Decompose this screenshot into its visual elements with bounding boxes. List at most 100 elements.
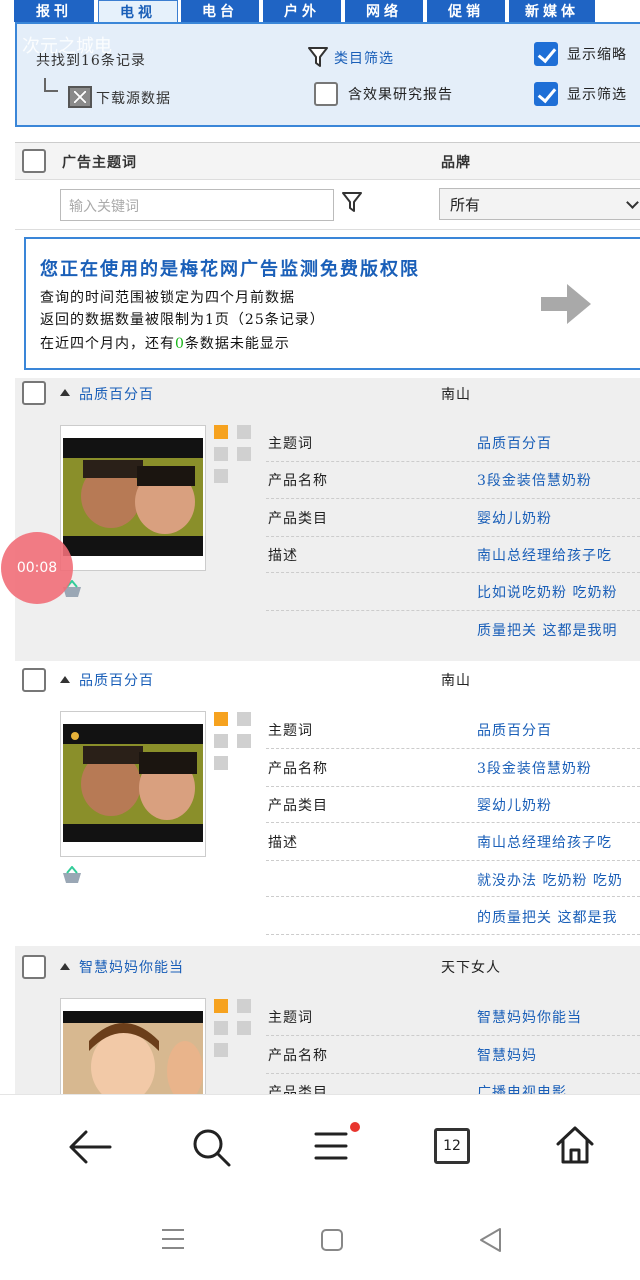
product-label: 产品名称 (268, 761, 328, 777)
row-checkbox[interactable] (22, 381, 46, 405)
desc-line: 南山总经理给孩子吃 (477, 835, 612, 851)
tree-connector (44, 78, 58, 92)
keyword-filter-icon[interactable] (342, 191, 362, 213)
notice-line-3-pre: 在近四个月内，还有 (40, 336, 175, 352)
category-label: 产品类目 (268, 798, 328, 814)
tab-promotion[interactable]: 促销 (427, 0, 505, 22)
home-icon[interactable] (554, 1124, 596, 1166)
collapse-triangle-icon[interactable] (60, 676, 70, 683)
desc-line: 质量把关 这都是我明 (477, 623, 618, 639)
show-filter-checkbox[interactable] (534, 82, 558, 106)
select-all-checkbox[interactable] (22, 149, 46, 173)
category-label: 产品类目 (268, 511, 328, 527)
color-swatch (214, 425, 228, 439)
desc-label: 描述 (268, 835, 298, 851)
color-swatch (214, 756, 228, 770)
divider (266, 610, 640, 611)
tab-internet[interactable]: 网络 (345, 0, 423, 22)
collapse-triangle-icon[interactable] (60, 389, 70, 396)
show-thumbnail-checkbox[interactable] (534, 42, 558, 66)
product-label: 产品名称 (268, 473, 328, 489)
color-swatch (237, 425, 251, 439)
color-swatch (214, 469, 228, 483)
theme-value[interactable]: 品质百分百 (477, 720, 552, 740)
thumbnail-image (63, 438, 203, 556)
divider (266, 1073, 640, 1074)
desc-label: 描述 (268, 548, 298, 564)
recording-timer-badge[interactable]: 00:08 (1, 532, 73, 604)
product-value[interactable]: 3段金装倍慧奶粉 (477, 470, 592, 490)
brand-value: 南山 (441, 387, 471, 403)
video-thumbnail[interactable] (60, 711, 206, 857)
funnel-icon[interactable] (308, 46, 328, 68)
basket-icon[interactable] (61, 866, 83, 884)
tab-count-button[interactable]: 12 (434, 1128, 470, 1164)
menu-icon[interactable] (312, 1120, 364, 1164)
desc-line: 就没办法 吃奶粉 吃奶 (477, 873, 623, 889)
watermark-text: 次元之城电 (22, 36, 112, 57)
collapse-triangle-icon[interactable] (60, 963, 70, 970)
divider (266, 461, 640, 462)
color-swatch (237, 712, 251, 726)
tab-tv[interactable]: 电视 (98, 0, 178, 22)
column-keyword-header: 广告主题词 (62, 155, 137, 171)
back-triangle-icon[interactable] (478, 1227, 502, 1253)
tab-new-media[interactable]: 新媒体 (509, 0, 595, 22)
theme-label: 主题词 (268, 723, 313, 739)
research-report-label: 含效果研究报告 (348, 87, 453, 103)
divider (266, 934, 640, 935)
search-icon[interactable] (190, 1126, 232, 1168)
tab-radio[interactable]: 电台 (181, 0, 259, 22)
category-value[interactable]: 婴幼儿奶粉 (477, 795, 552, 815)
notice-line-3-post: 条数据未能显示 (184, 336, 290, 352)
arrow-right-icon[interactable] (541, 284, 591, 324)
ad-title-link[interactable]: 品质百分百 (79, 670, 154, 690)
notice-title: 您正在使用的是梅花网广告监测免费版权限 (40, 259, 420, 280)
keyword-input[interactable]: 输入关键词 (60, 189, 334, 221)
product-value[interactable]: 3段金装倍慧奶粉 (477, 758, 592, 778)
color-swatch (214, 447, 228, 461)
notice-line-2: 返回的数据数量被限制为1页（25条记录） (40, 312, 325, 328)
tab-newspaper[interactable]: 报刊 (14, 0, 94, 22)
row-checkbox[interactable] (22, 955, 46, 979)
column-brand-header: 品牌 (441, 155, 471, 171)
divider (266, 1035, 640, 1036)
divider (266, 822, 640, 823)
row-checkbox[interactable] (22, 668, 46, 692)
color-swatch (237, 447, 251, 461)
video-thumbnail[interactable] (60, 425, 206, 571)
download-source-link[interactable]: 下载源数据 (96, 88, 171, 108)
divider (266, 572, 640, 573)
ad-title-link[interactable]: 智慧妈妈你能当 (79, 957, 184, 977)
ad-title-link[interactable]: 品质百分百 (79, 384, 154, 404)
video-frame (63, 1011, 203, 1095)
show-thumbnail-label: 显示缩略 (567, 47, 627, 63)
category-filter-link[interactable]: 类目筛选 (334, 48, 394, 68)
color-swatch (214, 734, 228, 748)
back-arrow-icon[interactable] (68, 1127, 112, 1167)
brand-select[interactable]: 所有 (439, 188, 640, 220)
brand-value: 天下女人 (441, 960, 501, 976)
research-report-checkbox[interactable] (314, 82, 338, 106)
recent-apps-icon[interactable] (160, 1227, 186, 1251)
color-swatch (214, 712, 228, 726)
theme-value[interactable]: 智慧妈妈你能当 (477, 1007, 582, 1027)
home-button-icon[interactable] (320, 1228, 344, 1252)
hidden-count: 0 (175, 336, 185, 352)
download-icon[interactable] (68, 86, 92, 108)
divider (266, 786, 640, 787)
divider (266, 896, 640, 897)
product-label: 产品名称 (268, 1048, 328, 1064)
color-swatch (237, 1021, 251, 1035)
color-swatch (214, 1043, 228, 1057)
video-frame (63, 724, 203, 842)
thumbnail-image (63, 724, 203, 842)
color-swatch (237, 999, 251, 1013)
notice-line-1: 查询的时间范围被锁定为四个月前数据 (40, 290, 295, 306)
category-value[interactable]: 婴幼儿奶粉 (477, 508, 552, 528)
video-thumbnail[interactable] (60, 998, 206, 1096)
product-value[interactable]: 智慧妈妈 (477, 1045, 537, 1065)
theme-label: 主题词 (268, 1010, 313, 1026)
tab-outdoor[interactable]: 户外 (263, 0, 341, 22)
theme-value[interactable]: 品质百分百 (477, 433, 552, 453)
